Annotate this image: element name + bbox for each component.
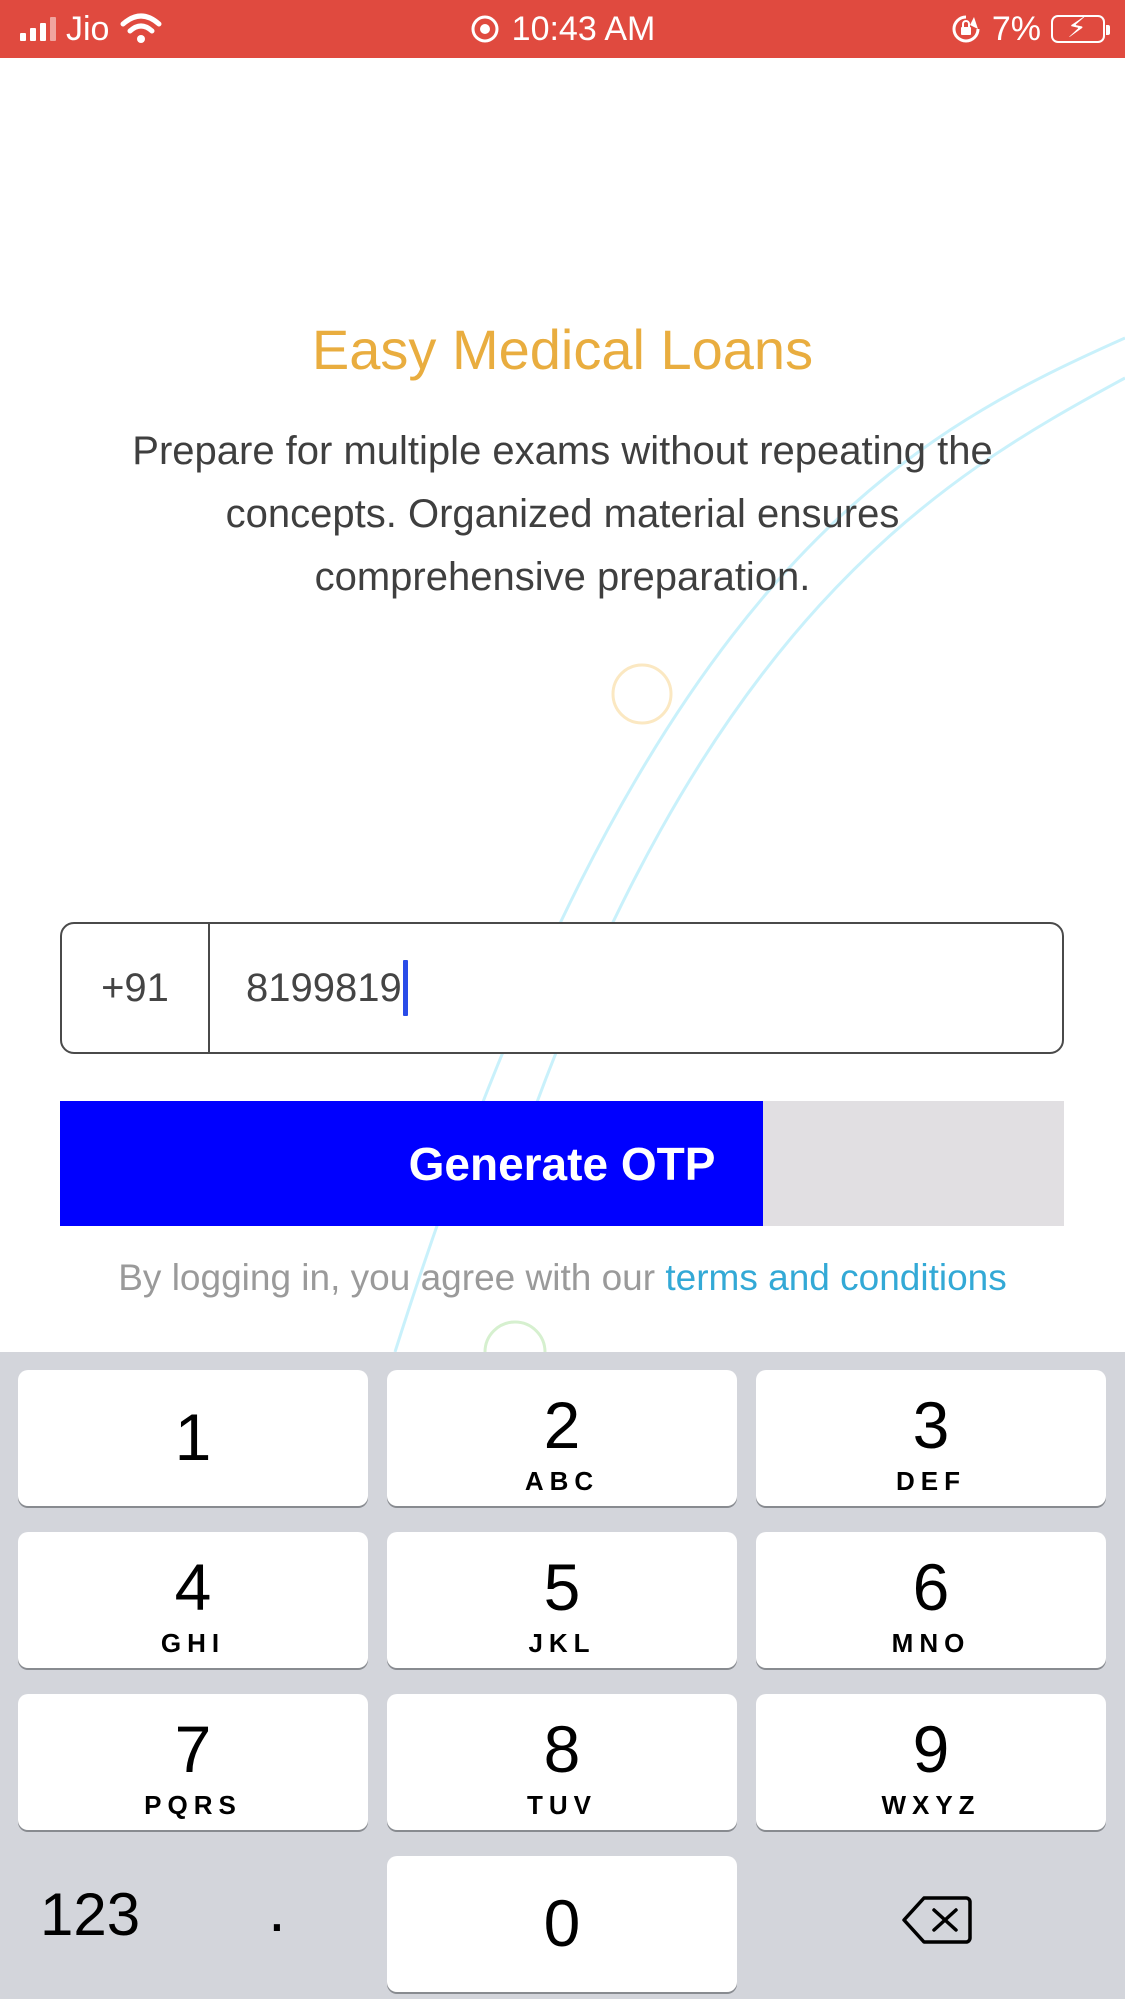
phone-number-value: 8199819	[246, 965, 402, 1010]
key-letters: DEF	[896, 1466, 966, 1496]
key-123-mode[interactable]: 123	[40, 1880, 140, 1949]
key-digit: 7	[174, 1712, 212, 1786]
key-digit: 6	[912, 1550, 950, 1624]
status-right: 7% ⚡	[950, 0, 1110, 58]
phone-number-input[interactable]: 8199819	[210, 960, 1062, 1016]
country-code-selector[interactable]: +91	[62, 924, 210, 1052]
terms-prefix: By logging in, you agree with our	[118, 1257, 666, 1298]
numeric-keyboard: 1 2 ABC 3 DEF 4 GHI 5 JKL 6 MNO 7 PQRS 8…	[0, 1352, 1125, 1999]
page-description: Prepare for multiple exams without repea…	[132, 429, 993, 599]
status-time: 10:43 AM	[511, 9, 656, 48]
key-letters: WXYZ	[881, 1790, 981, 1820]
generate-otp-label: Generate OTP	[408, 1137, 716, 1190]
backspace-icon	[902, 1896, 972, 1944]
key-letters: TUV	[527, 1790, 597, 1820]
wifi-icon	[120, 13, 162, 43]
key-8[interactable]: 8 TUV	[387, 1694, 737, 1830]
phone-number-field[interactable]: +91 8199819	[60, 922, 1064, 1054]
key-decimal[interactable]: .	[268, 1872, 286, 1946]
status-bar: Jio 10:43 AM 7% ⚡	[0, 0, 1125, 58]
carrier-name: Jio	[66, 9, 110, 48]
key-4[interactable]: 4 GHI	[18, 1532, 368, 1668]
key-letters: PQRS	[144, 1790, 242, 1820]
key-letters: GHI	[160, 1628, 226, 1658]
key-2[interactable]: 2 ABC	[387, 1370, 737, 1506]
key-3[interactable]: 3 DEF	[756, 1370, 1106, 1506]
status-left: Jio	[20, 0, 163, 58]
key-5[interactable]: 5 JKL	[387, 1532, 737, 1668]
key-digit: 9	[912, 1712, 950, 1786]
key-letters: ABC	[524, 1466, 600, 1496]
key-letters: MNO	[891, 1628, 971, 1658]
key-digit: 0	[543, 1886, 581, 1960]
rotation-lock-icon	[952, 15, 980, 43]
country-code-label: +91	[101, 965, 169, 1010]
battery-percent: 7%	[991, 9, 1041, 48]
key-1[interactable]: 1	[18, 1370, 368, 1506]
key-digit: 2	[543, 1388, 581, 1462]
key-letters: JKL	[528, 1628, 596, 1658]
key-9[interactable]: 9 WXYZ	[756, 1694, 1106, 1830]
key-7[interactable]: 7 PQRS	[18, 1694, 368, 1830]
key-digit: 5	[543, 1550, 581, 1624]
terms-link[interactable]: terms and conditions	[665, 1257, 1006, 1298]
page-title: Easy Medical Loans	[311, 318, 814, 381]
terms-notice: By logging in, you agree with our terms …	[0, 1250, 1125, 1306]
key-digit: 1	[174, 1400, 212, 1474]
screen-record-icon	[471, 15, 499, 43]
key-digit: 3	[912, 1388, 950, 1462]
key-delete[interactable]	[900, 1894, 972, 1951]
key-digit: 4	[174, 1550, 212, 1624]
signal-icon	[20, 17, 56, 41]
key-6[interactable]: 6 MNO	[756, 1532, 1106, 1668]
key-0[interactable]: 0	[387, 1856, 737, 1992]
text-caret	[402, 960, 408, 1016]
key-digit: 8	[543, 1712, 581, 1786]
battery-charging-icon: ⚡	[1051, 14, 1110, 43]
generate-otp-button[interactable]: Generate OTP	[60, 1101, 1064, 1226]
